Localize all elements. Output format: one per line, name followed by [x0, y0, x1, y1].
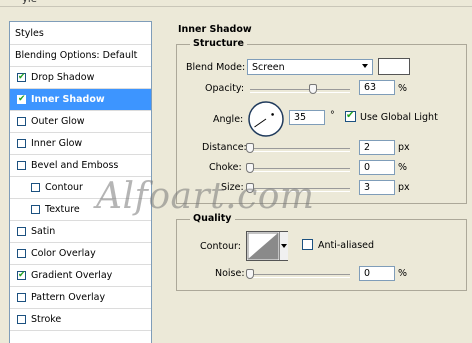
distance-label: Distance:: [202, 142, 247, 153]
style-item-label: Inner Shadow: [31, 94, 105, 105]
style-checkbox[interactable]: [17, 315, 26, 324]
style-item-label: Bevel and Emboss: [31, 160, 119, 171]
checkmark-icon: ✔: [18, 72, 26, 82]
style-item-drop-shadow[interactable]: ✔ Drop Shadow: [10, 67, 151, 89]
section-title: Inner Shadow: [178, 24, 252, 35]
style-item-label: Inner Glow: [31, 138, 83, 149]
style-item-color-overlay[interactable]: Color Overlay: [10, 243, 151, 265]
angle-dial[interactable]: [247, 100, 285, 138]
style-item-gradient-overlay[interactable]: ✔ Gradient Overlay: [10, 265, 151, 287]
style-item-label: Color Overlay: [31, 248, 96, 259]
style-checkbox[interactable]: [17, 161, 26, 170]
style-checkbox[interactable]: [31, 205, 40, 214]
style-item-satin[interactable]: Satin: [10, 221, 151, 243]
watermark-text: Alfoart.com: [96, 176, 315, 217]
anti-aliased-checkbox[interactable]: [302, 239, 313, 250]
window-title: yle: [22, 0, 37, 5]
style-item-label: Satin: [31, 226, 56, 237]
styles-header-label: Styles: [15, 28, 44, 39]
angle-input[interactable]: 35: [289, 110, 325, 125]
contour-picker[interactable]: [246, 231, 288, 261]
noise-input[interactable]: 0: [359, 266, 395, 281]
blend-mode-value: Screen: [252, 62, 285, 73]
styles-header[interactable]: Styles: [10, 22, 151, 45]
structure-legend: Structure: [190, 38, 247, 49]
style-item-label: Drop Shadow: [31, 72, 95, 83]
noise-label: Noise:: [215, 268, 245, 279]
global-light-label: Use Global Light: [360, 112, 438, 123]
chevron-down-icon: [362, 64, 368, 68]
distance-input[interactable]: 2: [359, 140, 395, 155]
shadow-color-swatch[interactable]: [378, 58, 410, 75]
distance-slider-thumb[interactable]: [246, 143, 254, 153]
choke-slider-track[interactable]: [250, 168, 350, 172]
size-input[interactable]: 3: [359, 180, 395, 195]
checkmark-icon: ✔: [18, 94, 26, 104]
contour-preview-icon: [247, 232, 279, 260]
distance-slider-track[interactable]: [250, 148, 350, 152]
style-item-inner-glow[interactable]: Inner Glow: [10, 133, 151, 155]
choke-unit: %: [398, 162, 408, 173]
size-value: 3: [364, 182, 371, 193]
style-item-bevel-and-emboss[interactable]: Bevel and Emboss: [10, 155, 151, 177]
choke-value: 0: [364, 162, 371, 173]
global-light-checkbox[interactable]: ✔: [345, 110, 356, 122]
opacity-unit: %: [398, 83, 408, 94]
contour-label: Contour:: [200, 241, 241, 252]
style-item-stroke[interactable]: Stroke: [10, 309, 151, 331]
opacity-slider-track[interactable]: [250, 89, 350, 93]
style-item-label: Contour: [45, 182, 83, 193]
style-item-label: Pattern Overlay: [31, 292, 106, 303]
angle-unit: °: [330, 110, 335, 121]
style-item-label: Gradient Overlay: [31, 270, 113, 281]
style-checkbox[interactable]: [17, 293, 26, 302]
style-checkbox[interactable]: ✔: [17, 270, 26, 280]
quality-group: [176, 219, 467, 291]
anti-aliased-label: Anti-aliased: [318, 240, 375, 251]
style-item-label: Blending Options: Default: [15, 50, 138, 61]
style-checkbox[interactable]: ✔: [17, 72, 26, 82]
style-item-pattern-overlay[interactable]: Pattern Overlay: [10, 287, 151, 309]
opacity-slider-thumb[interactable]: [309, 84, 317, 94]
blend-mode-label: Blend Mode:: [186, 62, 246, 73]
chevron-down-icon: [281, 244, 287, 248]
contour-dropdown-button[interactable]: [279, 232, 288, 260]
style-item-outer-glow[interactable]: Outer Glow: [10, 111, 151, 133]
opacity-value: 63: [364, 82, 377, 93]
checkmark-icon: ✔: [18, 270, 26, 280]
choke-label: Choke:: [209, 162, 242, 173]
choke-input[interactable]: 0: [359, 160, 395, 175]
style-checkbox[interactable]: ✔: [17, 94, 26, 104]
noise-unit: %: [398, 268, 408, 279]
noise-slider-thumb[interactable]: [246, 269, 254, 279]
style-item-blending-options-default[interactable]: Blending Options: Default: [10, 45, 151, 67]
opacity-label: Opacity:: [205, 83, 245, 94]
distance-value: 2: [364, 142, 371, 153]
size-unit: px: [398, 182, 410, 193]
blend-mode-dropdown[interactable]: Screen: [247, 59, 373, 75]
style-checkbox[interactable]: [17, 139, 26, 148]
noise-slider-track[interactable]: [250, 274, 350, 278]
style-checkbox[interactable]: [31, 183, 40, 192]
checkmark-icon: ✔: [346, 110, 355, 121]
distance-unit: px: [398, 142, 410, 153]
style-item-label: Stroke: [31, 314, 62, 325]
style-checkbox[interactable]: [17, 117, 26, 126]
style-checkbox[interactable]: [17, 249, 26, 258]
angle-value: 35: [294, 112, 307, 123]
style-checkbox[interactable]: [17, 227, 26, 236]
style-item-label: Outer Glow: [31, 116, 85, 127]
title-bar-fragment: yle: [0, 0, 472, 7]
angle-label: Angle:: [213, 114, 244, 125]
style-item-inner-shadow[interactable]: ✔ Inner Shadow: [10, 89, 151, 111]
opacity-input[interactable]: 63: [359, 80, 395, 95]
noise-value: 0: [364, 268, 371, 279]
choke-slider-thumb[interactable]: [246, 163, 254, 173]
style-item-label: Texture: [45, 204, 80, 215]
